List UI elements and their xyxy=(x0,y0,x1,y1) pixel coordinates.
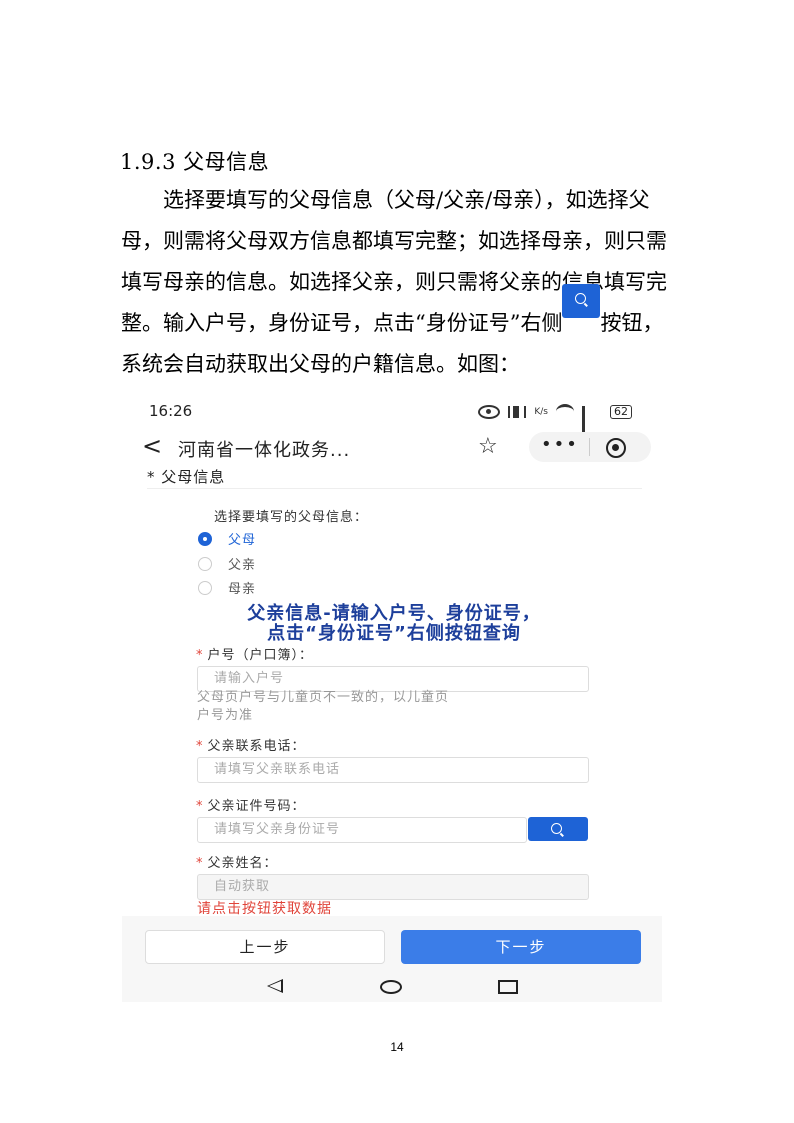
hukou-label: * 户号（户口簿）： xyxy=(196,644,313,663)
radio-option-father[interactable]: 父亲 xyxy=(198,554,256,573)
close-target-icon[interactable] xyxy=(606,438,626,458)
required-mark: * xyxy=(196,856,204,871)
search-button-illustration xyxy=(562,284,601,318)
wifi-icon xyxy=(556,404,574,419)
label-text: 户号（户口簿）： xyxy=(207,648,314,663)
system-recent-icon[interactable] xyxy=(498,980,518,994)
radio-label: 父母 xyxy=(228,533,257,548)
para-line: 母，则需将父母双方信息都填写完整；如选择母亲，则只需 xyxy=(121,229,667,253)
para-line: 选择要填写的父母信息（父母/父亲/母亲），如选择父 xyxy=(163,188,650,212)
radio-checked-icon[interactable] xyxy=(198,531,212,546)
radio-unchecked-icon[interactable] xyxy=(198,580,212,595)
label-text: 父亲姓名： xyxy=(207,856,278,871)
search-icon xyxy=(575,293,587,304)
para-line: 整。输入户号，身份证号，点击“身份证号”右侧 按钮， xyxy=(121,284,677,344)
para-line-part: 整。输入户号，身份证号，点击“身份证号”右侧 xyxy=(121,311,563,335)
hint-line: 户号为准 xyxy=(197,708,254,723)
network-speed: K/s xyxy=(534,406,548,417)
required-mark: * xyxy=(196,799,204,814)
label-text: 父亲联系电话： xyxy=(207,739,306,754)
para-line: 系统会自动获取出父母的户籍信息。如图： xyxy=(121,352,520,376)
annotation-banner: 父亲信息-请输入户号、身份证号， 点击“身份证号”右侧按钮查询 xyxy=(174,604,614,644)
status-bar: 16:26 K/s 62 xyxy=(122,396,662,439)
page-number: 14 xyxy=(390,1040,404,1054)
radio-option-mother[interactable]: 母亲 xyxy=(198,578,256,597)
section-title: * 父母信息 xyxy=(147,468,226,486)
next-step-button[interactable]: 下一步 xyxy=(401,930,641,964)
signal-icon xyxy=(582,405,602,439)
eye-icon xyxy=(478,404,501,419)
back-chevron-icon[interactable]: < xyxy=(142,432,162,460)
banner-line: 父亲信息-请输入户号、身份证号， xyxy=(247,603,541,624)
father-id-label: * 父亲证件号码： xyxy=(196,795,306,814)
father-phone-input[interactable]: 请填写父亲联系电话 xyxy=(197,757,589,783)
id-search-button[interactable] xyxy=(528,817,588,841)
status-icons: K/s 62 xyxy=(478,404,632,439)
hint-line: 父母页户号与儿童页不一致的，以儿童页 xyxy=(197,690,450,705)
father-name-label: * 父亲姓名： xyxy=(196,852,278,871)
body-paragraph: 选择要填写的父母信息（父母/父亲/母亲），如选择父 母，则需将父母双方信息都填写… xyxy=(121,180,677,385)
prev-step-button[interactable]: 上一步 xyxy=(145,930,385,964)
star-icon[interactable]: ☆ xyxy=(478,434,498,459)
required-mark: * xyxy=(196,648,204,663)
search-icon xyxy=(551,823,562,834)
capsule-divider xyxy=(589,438,590,456)
vibrate-icon xyxy=(508,405,527,418)
divider xyxy=(147,488,642,489)
error-message: 请点击按钮获取数据 xyxy=(197,901,332,917)
section-heading: 1.9.3 父母信息 xyxy=(120,150,270,174)
nav-bar: < 河南省一体化政务... ☆ ••• xyxy=(122,428,662,470)
radio-label: 母亲 xyxy=(228,582,257,597)
battery-icon: 62 xyxy=(610,404,632,419)
para-line-part: 按钮， xyxy=(600,311,664,335)
status-time: 16:26 xyxy=(149,402,193,420)
nav-title: 河南省一体化政务... xyxy=(178,440,351,461)
system-back-icon[interactable] xyxy=(267,979,283,993)
banner-line: 点击“身份证号”右侧按钮查询 xyxy=(267,623,521,644)
father-id-input[interactable]: 请填写父亲身份证号 xyxy=(197,817,527,843)
hukou-hint: 父母页户号与儿童页不一致的，以儿童页 户号为准 xyxy=(197,689,597,725)
label-text: 父亲证件号码： xyxy=(207,799,306,814)
system-home-icon[interactable] xyxy=(380,980,402,994)
more-icon[interactable]: ••• xyxy=(541,434,579,455)
radio-unchecked-icon[interactable] xyxy=(198,556,212,571)
choose-label: 选择要填写的父母信息： xyxy=(214,510,369,525)
bottom-bar: 上一步 下一步 xyxy=(122,916,662,1002)
phone-screenshot: 16:26 K/s 62 < 河南省一体化政务... ☆ ••• * 父母信息 … xyxy=(122,396,662,1002)
radio-option-parents[interactable]: 父母 xyxy=(198,529,256,548)
radio-label: 父亲 xyxy=(228,558,257,573)
father-phone-label: * 父亲联系电话： xyxy=(196,735,306,754)
father-name-input: 自动获取 xyxy=(197,874,589,900)
required-mark: * xyxy=(196,739,204,754)
